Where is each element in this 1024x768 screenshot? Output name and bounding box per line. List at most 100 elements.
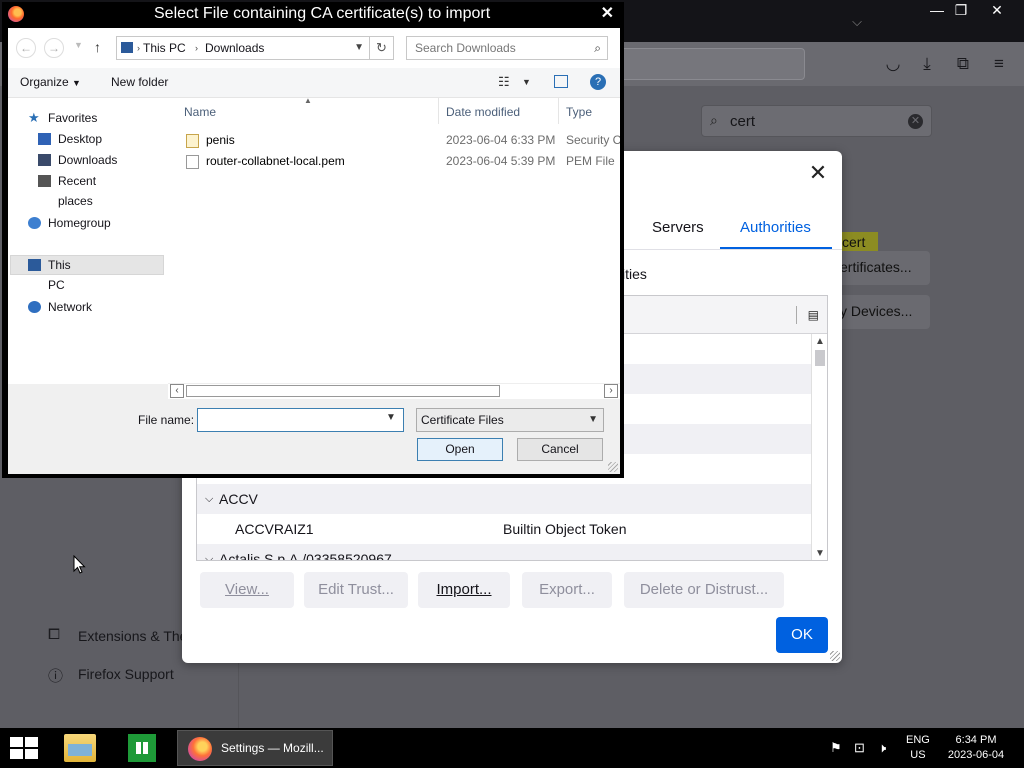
settings-search-input[interactable]: ⌕ cert ✕	[701, 105, 932, 137]
search-icon: ⌕	[710, 112, 718, 128]
group-label: Actalis S.p.A./03358520967	[219, 551, 392, 561]
windows-start-icon[interactable]	[10, 737, 38, 759]
organize-button[interactable]: Organize ▼	[20, 68, 81, 97]
chevron-down-icon[interactable]: ▼	[386, 412, 396, 423]
import-button[interactable]: Import...	[418, 572, 510, 608]
network-tray-icon[interactable]: ⊡	[854, 740, 865, 756]
breadcrumb-this-pc[interactable]: This PC	[143, 37, 186, 59]
edit-trust-button[interactable]: Edit Trust...	[304, 572, 408, 608]
organize-label: Organize	[20, 75, 69, 89]
breadcrumb-downloads[interactable]: Downloads	[205, 37, 264, 59]
store-icon[interactable]	[128, 734, 156, 762]
horizontal-scrollbar[interactable]: ‹ ›	[168, 383, 620, 399]
extensions-icon[interactable]: ⧉	[952, 54, 974, 74]
search-icon: ⌕	[594, 41, 601, 55]
sidebar-item-support[interactable]: Firefox Support	[78, 666, 174, 682]
nav-label: Recent places	[58, 174, 97, 208]
ok-button[interactable]: OK	[776, 617, 828, 653]
scroll-thumb[interactable]	[186, 385, 500, 397]
file-list: Name ▲ Date modified Type penis 2023-06-…	[168, 98, 620, 384]
tree-row[interactable]: ⌵ ACCV	[197, 484, 811, 514]
tab-servers[interactable]: Servers	[652, 219, 704, 236]
taskbar: Settings — Mozill... ⚑ ⊡ 🕨 ENG US 6:34 P…	[0, 728, 1024, 768]
view-certificates-label: ertificates...	[840, 259, 912, 275]
view-button[interactable]: View...	[200, 572, 294, 608]
clock[interactable]: 6:34 PM 2023-06-04	[944, 733, 1008, 763]
file-icon	[186, 155, 199, 169]
cancel-button[interactable]: Cancel	[517, 438, 603, 461]
close-icon[interactable]: ✕	[806, 161, 830, 185]
close-window-icon[interactable]: ✕	[980, 0, 1014, 20]
chevron-down-icon[interactable]: ▼	[522, 68, 531, 96]
restore-icon[interactable]: ❐	[944, 0, 978, 20]
search-input[interactable]: Search Downloads ⌕	[406, 36, 608, 60]
breadcrumb-separator-icon[interactable]: ›	[195, 37, 198, 59]
help-icon[interactable]: ?	[590, 74, 606, 90]
column-separator[interactable]	[558, 98, 559, 124]
scroll-up-icon[interactable]: ▲	[815, 336, 825, 347]
resize-grip[interactable]	[830, 651, 840, 661]
volume-muted-icon[interactable]: 🕨	[878, 740, 886, 756]
authorities-intro-text: ities	[622, 266, 647, 282]
forward-icon[interactable]: →	[44, 38, 64, 58]
delete-or-distrust-button[interactable]: Delete or Distrust...	[624, 572, 784, 608]
column-separator[interactable]	[438, 98, 439, 124]
input-language[interactable]: ENG US	[906, 733, 930, 763]
file-row[interactable]: penis 2023-06-04 6:33 PM Security Ce	[182, 130, 620, 151]
scroll-left-icon[interactable]: ‹	[170, 384, 184, 398]
file-explorer-icon[interactable]	[64, 734, 96, 762]
pocket-icon[interactable]: ◡	[882, 54, 904, 74]
list-all-tabs-icon[interactable]: ⌵	[846, 12, 868, 32]
recent-locations-icon[interactable]: ▼	[74, 40, 83, 50]
chevron-down-icon[interactable]: ⌵	[205, 544, 213, 560]
action-center-flag-icon[interactable]: ⚑	[830, 740, 842, 756]
chevron-down-icon[interactable]: ⌵	[205, 484, 213, 514]
dialog-toolbar: Organize ▼ New folder ☷ ▼ ?	[8, 68, 620, 98]
sidebar-item-extensions[interactable]: Extensions & The	[78, 628, 187, 644]
tab-authorities[interactable]: Authorities	[740, 219, 811, 236]
breadcrumb[interactable]: › This PC › Downloads ▼	[116, 36, 370, 60]
search-placeholder: Search Downloads	[415, 41, 516, 55]
chevron-down-icon: ▼	[72, 78, 81, 88]
clock-date: 2023-06-04	[947, 749, 1005, 761]
navigation-pane: ★ Favorites Desktop Downloads Recent pla…	[8, 98, 168, 384]
menu-icon[interactable]: ≡	[988, 54, 1010, 74]
tree-scrollbar[interactable]: ▲ ▼	[811, 334, 827, 560]
refresh-icon[interactable]: ↻	[370, 36, 394, 60]
firefox-logo-icon	[188, 737, 212, 761]
open-button[interactable]: Open	[417, 438, 503, 461]
export-button[interactable]: Export...	[522, 572, 612, 608]
column-type[interactable]: Type	[566, 105, 592, 119]
column-date-modified[interactable]: Date modified	[446, 105, 520, 119]
up-icon[interactable]: ↑	[94, 39, 101, 55]
url-bar[interactable]	[610, 48, 805, 80]
tree-row[interactable]: ACCVRAIZ1 Builtin Object Token	[197, 514, 811, 544]
taskbar-firefox-button[interactable]: Settings — Mozill...	[177, 730, 333, 766]
back-icon[interactable]: ←	[16, 38, 36, 58]
file-type-select[interactable]: Certificate Files ▼	[416, 408, 604, 432]
file-type: PEM File	[566, 154, 615, 168]
scroll-thumb[interactable]	[815, 350, 825, 366]
scroll-right-icon[interactable]: ›	[604, 384, 618, 398]
close-icon[interactable]: ✕	[601, 2, 614, 26]
tree-row[interactable]: ⌵ Actalis S.p.A./03358520967	[197, 544, 811, 561]
security-devices-button[interactable]: y Devices...	[830, 295, 930, 329]
chevron-down-icon: ▼	[588, 414, 598, 425]
nav-label: Network	[48, 300, 93, 314]
breadcrumb-separator-icon[interactable]: ›	[137, 37, 140, 59]
dialog-body: ← → ▼ ↑ › This PC › Downloads ▼ ↻ Search…	[8, 28, 620, 474]
file-row[interactable]: router-collabnet-local.pem 2023-06-04 5:…	[182, 151, 620, 172]
downloads-icon[interactable]: ⤓	[916, 54, 938, 74]
column-picker-icon[interactable]: ▤	[808, 308, 819, 322]
new-folder-button[interactable]: New folder	[111, 68, 168, 96]
view-options-icon[interactable]: ☷	[498, 68, 510, 96]
clear-search-icon[interactable]: ✕	[908, 114, 923, 129]
file-name-input[interactable]	[197, 408, 404, 432]
resize-grip[interactable]	[608, 462, 618, 472]
preview-pane-icon[interactable]	[554, 75, 568, 88]
region-code: US	[910, 749, 926, 761]
column-name[interactable]: Name	[184, 105, 216, 119]
chevron-down-icon[interactable]: ▼	[354, 37, 364, 59]
view-certificates-button[interactable]: ertificates...	[830, 251, 930, 285]
scroll-down-icon[interactable]: ▼	[815, 548, 825, 559]
